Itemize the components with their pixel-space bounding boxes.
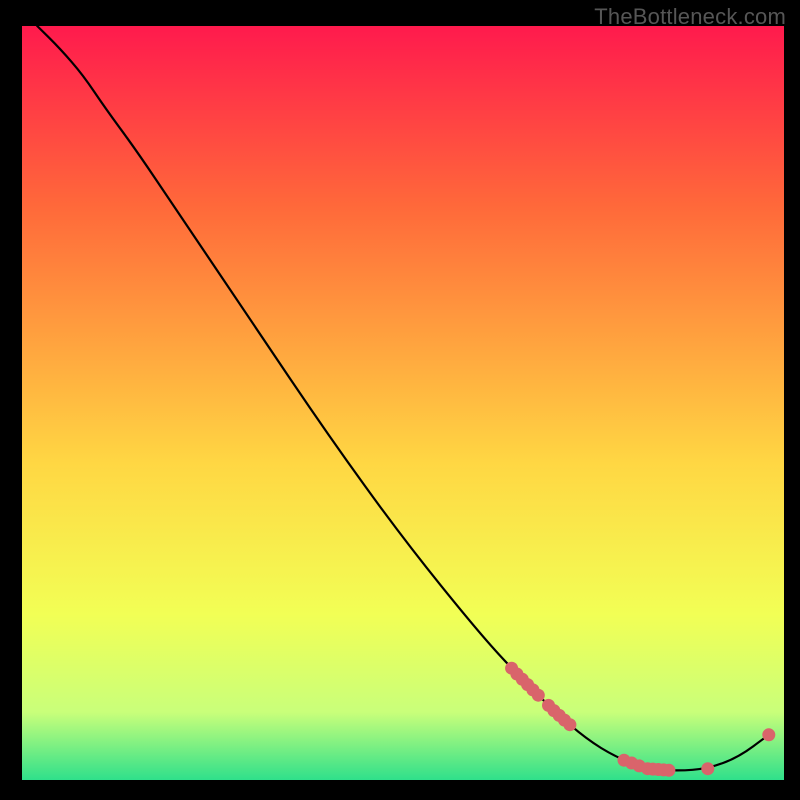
data-point (701, 762, 714, 775)
data-point (563, 718, 576, 731)
data-point (532, 689, 545, 702)
chart-stage: TheBottleneck.com (0, 0, 800, 800)
bottleneck-chart (0, 0, 800, 800)
gradient-background (22, 26, 784, 780)
data-point (662, 764, 675, 777)
data-point (762, 728, 775, 741)
watermark-text: TheBottleneck.com (594, 4, 786, 30)
